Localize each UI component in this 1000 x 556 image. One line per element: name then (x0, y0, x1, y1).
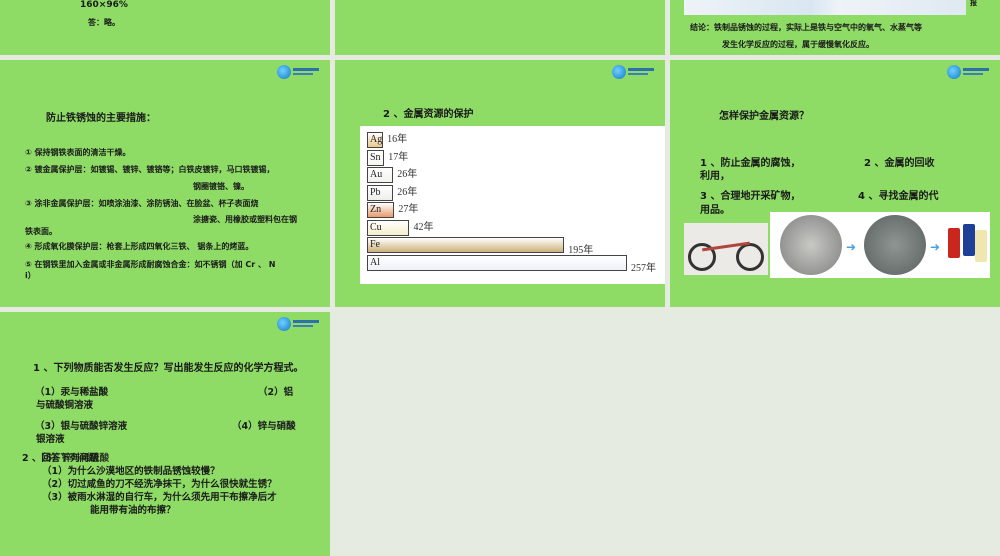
experiment-image (684, 0, 966, 15)
slide-thumbnail-5[interactable]: 2 、金属资源的保护 Ag 16年 Sn 17年 Au 26年 Pb 26年 Zn 27年 Cu 42… (335, 60, 665, 307)
method-item: 利用， (700, 171, 730, 182)
reaction-item: （1）汞与稀盐酸 (35, 387, 109, 398)
slide-title: 防止铁锈蚀的主要措施： (46, 113, 156, 124)
slide-title: 怎样保护金属资源？ (719, 111, 809, 122)
overlapping-reaction-item: （5）锌与稀硫酸 (36, 453, 110, 464)
question-item: （3）被雨水淋湿的自行车，为什么须先用干布擦净后才 (42, 492, 277, 503)
data-label: 257年 (631, 262, 656, 274)
measure-item: i） (25, 271, 36, 280)
partial-char: 报 (970, 0, 977, 7)
reaction-item: （3）银与硫酸锌溶液 (35, 421, 128, 432)
bar-cu: Cu (367, 219, 410, 236)
conclusion-line-1: 结论：铁制品锈蚀的过程，实际上是铁与空气中的氧气、水蒸气等 (690, 23, 922, 32)
reaction-item: 银溶液 (36, 434, 65, 445)
measure-item: ① 保持钢铁表面的清洁干燥。 (25, 148, 131, 157)
question-item: 能用带有油的布擦？ (90, 505, 176, 516)
bar-al: Al (367, 254, 627, 271)
bicycle-image (684, 223, 768, 275)
metal-reserve-bar-chart: Ag 16年 Sn 17年 Au 26年 Pb 26年 Zn 27年 Cu 42年 Fe 195年 Al 25… (360, 126, 665, 284)
data-label: 26年 (397, 186, 418, 198)
measure-item: ⑤ 在钢铁里加入金属或非金属形成耐腐蚀合金：如不锈钢（加 Cr 、 N (25, 260, 276, 269)
logo-icon (277, 65, 321, 79)
measure-item: ③ 涂非金属保护层：如喷涂油漆、涂防锈油、在脸盆、杯子表面烧 (25, 199, 259, 208)
data-label: 26年 (397, 169, 418, 180)
slide-thumbnail-4[interactable]: 防止铁锈蚀的主要措施： ① 保持钢铁表面的清洁干燥。 ② 镀金属保护层：如镀锡、… (0, 60, 330, 307)
logo-icon (277, 317, 321, 331)
bar-zn: Zn (367, 202, 395, 218)
question-item: （1）为什么沙漠地区的铁制品锈蚀较慢？ (42, 466, 220, 477)
measure-item: 涂搪瓷、用橡胶或塑料包在钢 (193, 215, 297, 224)
bar-au: Au (367, 167, 394, 183)
bar-pb: Pb (367, 184, 394, 201)
slide-thumbnail-6[interactable]: 怎样保护金属资源？ 1 、防止金属的腐蚀， 2 、金属的回收 利用， 3 、合理… (670, 60, 1000, 307)
bar-sn: Sn (367, 149, 385, 166)
question-1-title: 1 、下列物质能否发生反应？写出能发生反应的化学方程式。 (33, 363, 304, 374)
bar-fe: Fe (367, 237, 565, 253)
data-label: 16年 (387, 134, 408, 145)
bar-ag: Ag (367, 132, 384, 148)
reaction-item: （4）锌与硝酸 (232, 421, 296, 432)
slide-thumbnail-3[interactable]: 报 结论：铁制品锈蚀的过程，实际上是铁与空气中的氧气、水蒸气等 发生化学反应的过… (670, 0, 1000, 55)
method-item: 4 、寻找金属的代 (858, 191, 939, 202)
data-label: 17年 (388, 151, 409, 163)
slide-title: 2 、金属资源的保护 (383, 109, 474, 120)
slide-thumbnail-7[interactable]: 1 、下列物质能否发生反应？写出能发生反应的化学方程式。 （1）汞与稀盐酸 （2… (0, 312, 330, 556)
method-item: 2 、金属的回收 (864, 158, 935, 169)
reaction-item: 与硫酸铜溶液 (36, 400, 94, 411)
logo-icon (612, 65, 656, 79)
recycling-image: ➜ ➜ (770, 212, 990, 278)
method-item: 3 、合理地开采矿物， (700, 191, 801, 202)
slide-thumbnail-1[interactable]: 160×96% 答：略。 (0, 0, 330, 55)
measure-item: 钢圈镀铬、镍。 (193, 182, 249, 191)
data-label: 27年 (398, 204, 419, 215)
logo-icon (947, 65, 991, 79)
measure-item: ② 镀金属保护层：如镀锡、镀锌、镀铬等；白铁皮镀锌，马口铁镀锡， (25, 165, 275, 174)
measure-item: ④ 形成氧化膜保护层：枪套上形成四氧化三铁、 锯条上的烤蓝。 (25, 242, 254, 251)
answer-text: 答：略。 (88, 18, 120, 27)
reaction-item: （2）铝 (258, 387, 294, 398)
question-item: （2）切过咸鱼的刀不经洗净抹干，为什么很快就生锈？ (42, 479, 277, 490)
formula-text: 160×96% (80, 0, 128, 10)
method-item: 用品。 (700, 205, 730, 216)
data-label: 42年 (413, 221, 434, 233)
conclusion-line-2: 发生化学反应的过程，属于缓慢氧化反应。 (722, 40, 874, 49)
slide-thumbnail-2[interactable] (335, 0, 665, 55)
measure-item: 铁表面。 (25, 227, 57, 236)
